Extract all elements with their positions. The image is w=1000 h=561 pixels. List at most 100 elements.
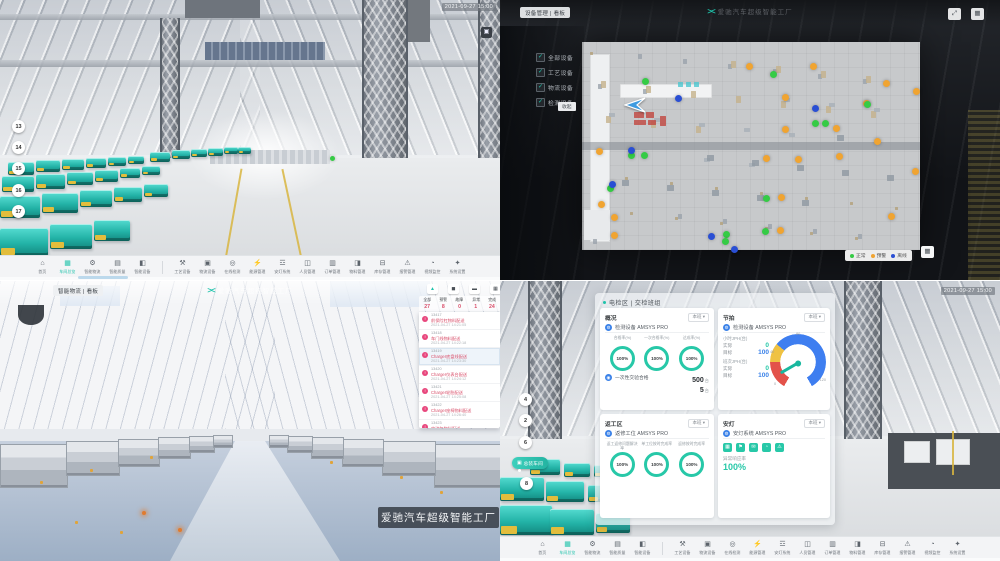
area-tag[interactable]: ▣ 总装车间 [512, 457, 548, 469]
agv-cart[interactable] [142, 166, 160, 175]
agv-cart[interactable] [191, 149, 207, 157]
device-status-dot[interactable] [598, 201, 605, 208]
task-stat[interactable]: 全部27 [419, 296, 435, 311]
agv-cart[interactable] [95, 170, 118, 182]
device-status-dot[interactable] [763, 195, 770, 202]
device-status-dot[interactable] [596, 148, 603, 155]
device-status-dot[interactable] [609, 181, 616, 188]
device-status-dot[interactable] [722, 238, 729, 245]
andon-tile-icon[interactable]: ▦ [723, 443, 732, 452]
toolbar-item-main-4[interactable]: ◧智能设备 [630, 541, 655, 556]
toolbar-item-module-11[interactable]: ✦系统设置 [445, 260, 470, 275]
agv-cart[interactable] [564, 463, 590, 477]
task-list-item[interactable]: !13420Charger仪表台配送2021-04-27 14:24:12 [419, 366, 500, 384]
device-status-dot[interactable] [723, 231, 730, 238]
device-status-dot[interactable] [642, 78, 649, 85]
toolbar-item-module-5[interactable]: ◫人员管理 [795, 541, 820, 556]
toolbar-item-main-2[interactable]: ⚙智能物流 [80, 260, 105, 275]
checkbox-icon[interactable]: ✓ [536, 83, 545, 92]
panel-tab-button-2[interactable]: ▬ [469, 284, 480, 294]
toolbar-item-module-1[interactable]: ▣物流设备 [195, 260, 220, 275]
agv-cart[interactable] [0, 228, 48, 256]
agv-cart[interactable] [36, 160, 60, 172]
andon-tile-icon[interactable]: ⚠ [775, 443, 784, 452]
agv-cart[interactable] [128, 156, 144, 164]
toolbar-item-module-7[interactable]: ◨物料管理 [345, 260, 370, 275]
toolbar-item-module-11[interactable]: ✦系统设置 [945, 541, 970, 556]
agv-cart[interactable] [546, 481, 584, 502]
agv-cart[interactable] [550, 509, 594, 535]
agv-cart[interactable] [500, 505, 552, 535]
device-status-dot[interactable] [883, 80, 890, 87]
agv-cart[interactable] [67, 172, 93, 185]
agv-cart[interactable] [94, 220, 130, 241]
agv-cart[interactable] [144, 184, 168, 197]
device-status-dot[interactable] [782, 94, 789, 101]
agv-cart[interactable] [172, 150, 190, 159]
device-status-dot[interactable] [731, 246, 738, 253]
device-status-dot[interactable] [763, 155, 770, 162]
agv-cart[interactable] [150, 152, 170, 162]
toolbar-item-module-7[interactable]: ◨物料管理 [845, 541, 870, 556]
toolbar-item-module-9[interactable]: ⚠报警管理 [395, 260, 420, 275]
toolbar-item-main-0[interactable]: ⌂首页 [530, 541, 555, 556]
legend-toggle-button[interactable]: ▦ [921, 246, 934, 258]
device-status-dot[interactable] [330, 156, 335, 161]
toolbar-item-module-9[interactable]: ⚠报警管理 [895, 541, 920, 556]
task-list-item[interactable]: !13423电池包物料配送2021-04-27 14:27:55 [419, 420, 500, 428]
scene-marker[interactable]: 16 [12, 184, 25, 197]
toolbar-item-module-10[interactable]: ◔视频监控 [420, 260, 445, 275]
toolbar-item-main-1[interactable]: ▦车间总览 [555, 541, 580, 556]
device-status-dot[interactable] [912, 168, 919, 175]
task-stat[interactable]: 完成24 [484, 296, 500, 311]
device-status-dot[interactable] [836, 153, 843, 160]
task-list-item[interactable]: !13419Charger底盘线配送2021-04-27 14:23:30 [419, 348, 500, 366]
toolbar-item-module-0[interactable]: ⚒工艺设备 [670, 541, 695, 556]
collapse-panel-button[interactable]: 收起 [558, 102, 576, 111]
device-status-dot[interactable] [611, 214, 618, 221]
shift-dropdown[interactable]: 本班 ▾ [688, 313, 709, 322]
device-status-dot[interactable] [628, 147, 635, 154]
device-status-dot[interactable] [833, 125, 840, 132]
board-label[interactable]: 设备管理 | 看板 [520, 7, 570, 18]
device-status-dot[interactable] [913, 88, 920, 95]
device-status-dot[interactable] [874, 138, 881, 145]
shift-dropdown[interactable]: 本班 ▾ [804, 313, 825, 322]
toolbar-item-module-0[interactable]: ⚒工艺设备 [170, 260, 195, 275]
task-stat[interactable]: 故障0 [451, 296, 467, 311]
agv-cart[interactable] [62, 159, 84, 170]
device-status-dot[interactable] [746, 63, 753, 70]
agv-cart[interactable] [208, 148, 223, 156]
toolbar-item-module-8[interactable]: ⊟库存管理 [870, 541, 895, 556]
panel-tab-button-3[interactable]: ▦ [490, 284, 500, 294]
minimap-toggle-button[interactable]: ▣ [481, 27, 492, 38]
task-stat[interactable]: 预警8 [435, 296, 451, 311]
agv-cart[interactable] [224, 147, 238, 154]
andon-tile-icon[interactable]: ◔ [762, 443, 771, 452]
toolbar-item-module-8[interactable]: ⊟库存管理 [370, 260, 395, 275]
device-status-dot[interactable] [777, 227, 784, 234]
andon-tile-icon[interactable]: ✉ [749, 443, 758, 452]
toolbar-item-module-3[interactable]: ⚡能源管理 [745, 541, 770, 556]
device-status-dot[interactable] [812, 120, 819, 127]
scene-marker[interactable]: 17 [12, 205, 25, 218]
agv-cart[interactable] [86, 158, 106, 168]
scene-marker[interactable]: 2 [519, 414, 532, 427]
task-list-item[interactable]: !13418车门线物料配送2021-04-27 14:22:18 [419, 330, 500, 348]
agv-cart[interactable] [120, 168, 140, 178]
toolbar-item-main-3[interactable]: ▤智能质量 [105, 260, 130, 275]
fullscreen-button[interactable]: ⤢ [948, 8, 961, 20]
layer-checkbox-row[interactable]: ✓全部设备 [536, 53, 573, 62]
agv-cart[interactable] [114, 187, 142, 202]
toolbar-item-module-3[interactable]: ⚡能源管理 [245, 260, 270, 275]
device-status-dot[interactable] [708, 233, 715, 240]
toolbar-item-main-1[interactable]: ▦车间总览 [55, 260, 80, 275]
scene-marker[interactable]: 6 [519, 436, 532, 449]
layer-checkbox-row[interactable]: ✓工艺设备 [536, 68, 573, 77]
toolbar-item-module-10[interactable]: ◔视频监控 [920, 541, 945, 556]
toolbar-item-module-6[interactable]: ▥订单管理 [320, 260, 345, 275]
device-status-dot[interactable] [864, 101, 871, 108]
scene-marker[interactable]: 4 [519, 393, 532, 406]
toolbar-item-main-2[interactable]: ⚙智能物流 [580, 541, 605, 556]
breadcrumb[interactable]: 电检区 | 交检班组 [603, 298, 661, 307]
